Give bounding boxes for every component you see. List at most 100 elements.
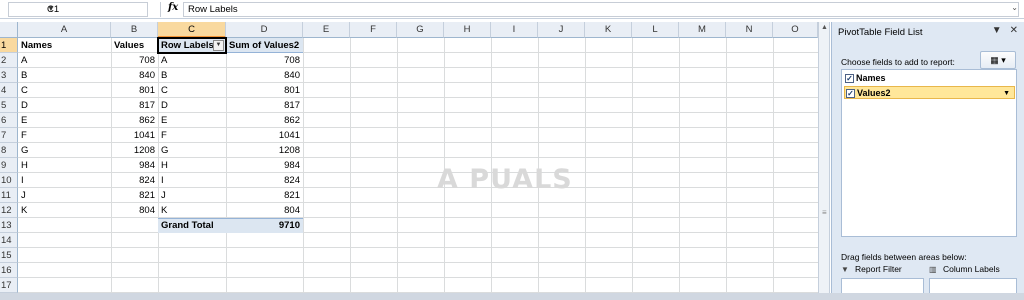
cell-value[interactable]: 1041: [111, 128, 158, 143]
cell-value[interactable]: 862: [111, 113, 158, 128]
column-header-d[interactable]: D: [226, 22, 303, 38]
cell-value[interactable]: 840: [111, 68, 158, 83]
cell-name[interactable]: J: [18, 188, 111, 203]
split-grip-icon[interactable]: ≡: [822, 208, 827, 217]
column-labels-drop-area[interactable]: [929, 278, 1017, 294]
row-header-7[interactable]: 7: [0, 128, 18, 143]
cell-d1[interactable]: Sum of Values2: [226, 38, 303, 53]
row-header-5[interactable]: 5: [0, 98, 18, 113]
checkbox-checked-icon[interactable]: ✓: [846, 89, 855, 98]
panel-menu-icon[interactable]: ▼: [992, 25, 1002, 36]
field-names[interactable]: ✓ Names: [844, 72, 1015, 85]
cell-sum[interactable]: 862: [226, 113, 303, 128]
cell-name[interactable]: A: [18, 53, 111, 68]
row-header-2[interactable]: 2: [0, 53, 18, 68]
cell-sum[interactable]: 984: [226, 158, 303, 173]
cell-name[interactable]: C: [18, 83, 111, 98]
column-header-g[interactable]: G: [397, 22, 444, 38]
cell-name[interactable]: B: [18, 68, 111, 83]
cell-sum[interactable]: 804: [226, 203, 303, 218]
row-header-8[interactable]: 8: [0, 143, 18, 158]
cell-row-label[interactable]: J: [158, 188, 226, 203]
field-values2[interactable]: ✓ Values2 ▼: [844, 86, 1015, 99]
cell-value[interactable]: 801: [111, 83, 158, 98]
select-all-corner[interactable]: [0, 22, 18, 38]
cell-sum[interactable]: 840: [226, 68, 303, 83]
cell-name[interactable]: I: [18, 173, 111, 188]
cell-name[interactable]: F: [18, 128, 111, 143]
column-header-b[interactable]: B: [111, 22, 158, 38]
row-header-9[interactable]: 9: [0, 158, 18, 173]
worksheet-grid[interactable]: A B C D E F G H I J K L M N O 1 2 3 4 5 …: [0, 22, 818, 293]
cell-b1[interactable]: Values: [111, 38, 158, 53]
row-header-12[interactable]: 12: [0, 203, 18, 218]
scroll-up-icon[interactable]: ▲: [821, 24, 828, 31]
cell-sum[interactable]: 1041: [226, 128, 303, 143]
cell-row-label[interactable]: H: [158, 158, 226, 173]
row-header-3[interactable]: 3: [0, 68, 18, 83]
checkbox-checked-icon[interactable]: ✓: [845, 74, 854, 83]
cell-row-label[interactable]: D: [158, 98, 226, 113]
insert-function-icon[interactable]: fx: [168, 2, 178, 13]
vertical-scrollbar[interactable]: ▲ ≡: [818, 22, 830, 293]
cell-name[interactable]: G: [18, 143, 111, 158]
cell-row-label[interactable]: B: [158, 68, 226, 83]
cell-value[interactable]: 804: [111, 203, 158, 218]
cell-row-label[interactable]: I: [158, 173, 226, 188]
cell-value[interactable]: 708: [111, 53, 158, 68]
name-box[interactable]: C1 ▼: [8, 2, 148, 17]
cell-row-label[interactable]: G: [158, 143, 226, 158]
cell-sum[interactable]: 1208: [226, 143, 303, 158]
cell-value[interactable]: 1208: [111, 143, 158, 158]
column-header-n[interactable]: N: [726, 22, 773, 38]
row-header-10[interactable]: 10: [0, 173, 18, 188]
cell-row-label[interactable]: A: [158, 53, 226, 68]
column-header-c[interactable]: C: [158, 22, 226, 38]
chevron-down-icon[interactable]: ▼: [1003, 87, 1010, 100]
row-header-15[interactable]: 15: [0, 248, 18, 263]
column-header-l[interactable]: L: [632, 22, 679, 38]
row-header-4[interactable]: 4: [0, 83, 18, 98]
row-header-13[interactable]: 13: [0, 218, 18, 233]
close-icon[interactable]: ✕: [1010, 25, 1018, 36]
cell-sum[interactable]: 801: [226, 83, 303, 98]
cell-value[interactable]: 984: [111, 158, 158, 173]
row-header-6[interactable]: 6: [0, 113, 18, 128]
cell-name[interactable]: E: [18, 113, 111, 128]
row-header-1[interactable]: 1: [0, 38, 18, 53]
column-header-h[interactable]: H: [444, 22, 491, 38]
cell-name[interactable]: H: [18, 158, 111, 173]
row-header-11[interactable]: 11: [0, 188, 18, 203]
column-header-m[interactable]: M: [679, 22, 726, 38]
cell-sum[interactable]: 821: [226, 188, 303, 203]
cell-row-label[interactable]: E: [158, 113, 226, 128]
grand-total-value[interactable]: 9710: [226, 218, 303, 233]
cell-value[interactable]: 824: [111, 173, 158, 188]
formula-input[interactable]: Row Labels: [183, 2, 1019, 17]
cell-row-label[interactable]: F: [158, 128, 226, 143]
cell-name[interactable]: D: [18, 98, 111, 113]
cell-name[interactable]: K: [18, 203, 111, 218]
row-header-14[interactable]: 14: [0, 233, 18, 248]
cell-sum[interactable]: 824: [226, 173, 303, 188]
row-header-16[interactable]: 16: [0, 263, 18, 278]
cell-row-label[interactable]: C: [158, 83, 226, 98]
column-header-i[interactable]: I: [491, 22, 538, 38]
cell-value[interactable]: 817: [111, 98, 158, 113]
column-header-a[interactable]: A: [18, 22, 111, 38]
report-filter-drop-area[interactable]: [841, 278, 924, 294]
cell-value[interactable]: 821: [111, 188, 158, 203]
grand-total-label[interactable]: Grand Total: [158, 218, 226, 233]
chevron-down-icon[interactable]: ▼: [47, 4, 143, 13]
cell-a1[interactable]: Names: [18, 38, 111, 53]
column-header-e[interactable]: E: [303, 22, 350, 38]
column-header-o[interactable]: O: [773, 22, 818, 38]
column-header-j[interactable]: J: [538, 22, 585, 38]
row-header-17[interactable]: 17: [0, 278, 18, 293]
column-header-f[interactable]: F: [350, 22, 397, 38]
cell-row-label[interactable]: K: [158, 203, 226, 218]
column-header-k[interactable]: K: [585, 22, 632, 38]
expand-formula-bar-icon[interactable]: ⌄: [1011, 3, 1018, 12]
cell-sum[interactable]: 817: [226, 98, 303, 113]
cell-sum[interactable]: 708: [226, 53, 303, 68]
